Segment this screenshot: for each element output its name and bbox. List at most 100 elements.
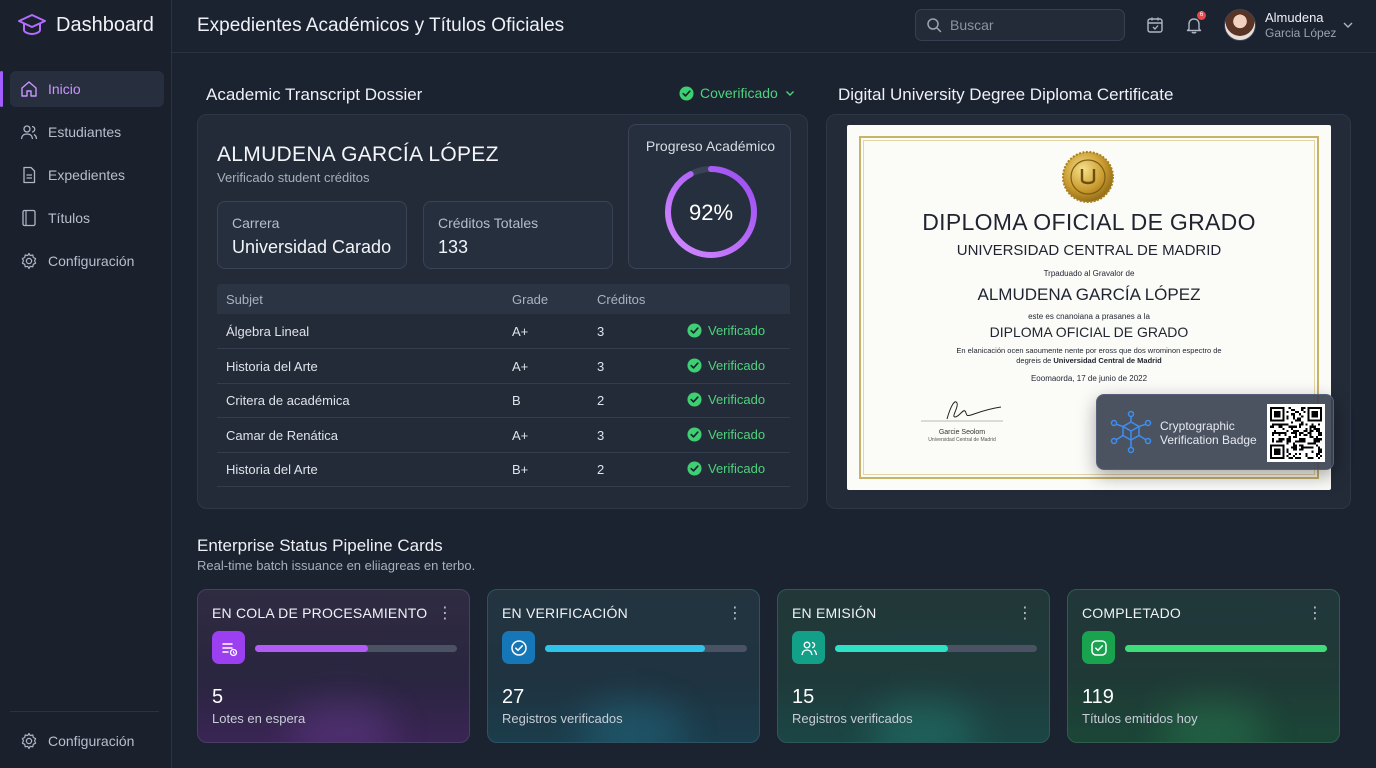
cell-credits: 2: [597, 393, 605, 409]
verified-status: Verificado: [687, 358, 765, 373]
table-row[interactable]: Álgebra Lineal A+ 3 Verificado: [217, 314, 790, 349]
graduation-cap-icon: [18, 14, 46, 36]
more-options-icon[interactable]: ⋮: [1017, 603, 1033, 623]
sidebar-item-label: Estudiantes: [48, 124, 122, 140]
calendar-icon[interactable]: [1145, 15, 1165, 35]
gear-icon: [21, 732, 37, 750]
card-progress-fill: [1125, 645, 1327, 652]
more-options-icon[interactable]: ⋮: [1307, 603, 1323, 623]
check-circle-icon: [687, 392, 702, 407]
search-box[interactable]: [915, 9, 1125, 41]
more-options-icon[interactable]: ⋮: [437, 603, 453, 623]
verified-status: Verificado: [687, 392, 765, 407]
credits-value: 133: [438, 237, 469, 257]
badge-label: Cryptographic Verification Badge: [1160, 419, 1257, 447]
sidebar-item-configuracion[interactable]: Configuración: [10, 243, 164, 279]
cell-grade: A+: [512, 427, 529, 443]
card-progress-track: [1125, 645, 1327, 652]
sidebar-item-label: Títulos: [48, 210, 91, 226]
table-row[interactable]: Camar de Renática A+ 3 Verificado: [217, 418, 790, 453]
more-options-icon[interactable]: ⋮: [727, 603, 743, 623]
card-progress-fill: [835, 645, 949, 652]
academic-progress-card: Progreso Académico 92%: [628, 124, 791, 269]
card-icon-wrap: [792, 631, 825, 664]
card-progress-track: [835, 645, 1037, 652]
cell-credits: 2: [597, 462, 605, 478]
pipeline-card[interactable]: EN EMISIÓN ⋮ 15 Registros verificados: [777, 589, 1050, 743]
diploma-recipient: ALMUDENA GARCÍA LÓPEZ: [977, 285, 1201, 304]
diploma-line1: Trpaduado al Gravalor de: [1043, 269, 1135, 278]
users-icon: [20, 125, 38, 140]
check-circle-icon: [687, 323, 702, 338]
credits-card: Créditos Totales 133: [423, 201, 613, 269]
career-value: Universidad Carado: [232, 237, 392, 257]
card-value: 15: [792, 686, 815, 708]
pipeline-card[interactable]: COMPLETADO ⋮ 119 Títulos emitidos hoy: [1067, 589, 1340, 743]
top-header: Expedientes Académicos y Títulos Oficial…: [172, 0, 1376, 53]
pipeline-card[interactable]: EN COLA DE PROCESAMIENTO ⋮ 5 Lotes en esper…: [197, 589, 470, 743]
pipeline-card[interactable]: EN VERIFICACIÓN ⋮ 27 Registros verificados: [487, 589, 760, 743]
card-subtitle: Registros verificados: [792, 711, 913, 726]
check-circle-icon: [679, 85, 694, 101]
search-input[interactable]: [950, 17, 1110, 33]
sidebar-divider: [10, 711, 159, 712]
cryptographic-verification-badge[interactable]: Cryptographic Verification Badge: [1096, 394, 1334, 470]
brand[interactable]: Dashboard: [18, 12, 154, 38]
sidebar-item-titulos[interactable]: Títulos: [10, 200, 164, 236]
signer-name: Garcie Seolom: [938, 429, 986, 436]
chevron-down-icon[interactable]: [1341, 18, 1355, 32]
card-title: EN EMISIÓN: [792, 605, 877, 621]
card-value: 27: [502, 686, 525, 708]
sidebar-item-estudiantes[interactable]: Estudiantes: [10, 114, 164, 150]
gear-icon: [21, 252, 37, 270]
verify-icon: [510, 639, 527, 656]
progress-label: Progreso Académico: [645, 138, 776, 154]
sidebar-item-label: Configuración: [48, 733, 135, 749]
check-circle-icon: [687, 358, 702, 373]
signer-subtitle: Universidad Central de Madrid: [928, 437, 996, 443]
diploma-degree: DIPLOMA OFICIAL DE GRADO: [989, 324, 1189, 340]
people-icon: [800, 641, 817, 655]
table-row[interactable]: Historia del Arte A+ 3 Verificado: [217, 349, 790, 384]
home-icon: [21, 81, 37, 97]
qr-code-icon[interactable]: [1267, 404, 1325, 462]
card-icon-wrap: [212, 631, 245, 664]
verification-status-dropdown[interactable]: Coverificado: [679, 85, 796, 101]
career-label: Carrera: [232, 215, 280, 231]
sidebar-item-inicio[interactable]: Inicio: [0, 71, 164, 107]
diploma-section-title: Digital University Degree Diploma Certif…: [838, 85, 1174, 104]
page-title: Expedientes Académicos y Títulos Oficial…: [197, 15, 565, 36]
queue-icon: [221, 642, 237, 656]
card-value: 119: [1082, 686, 1114, 708]
certificate-icon: [22, 209, 36, 227]
table-row[interactable]: Critera de académica B 2 Verificado: [217, 383, 790, 419]
verification-status-label: Coverificado: [700, 85, 778, 101]
diploma-line3: En elanicación ocen saoumente nente por …: [956, 346, 1222, 355]
diploma-line4-bold: Universidad Central de Madrid: [1053, 356, 1162, 365]
cell-subject: Álgebra Lineal: [226, 324, 310, 339]
card-value: 5: [212, 686, 224, 708]
column-header-credits: Créditos: [597, 292, 646, 307]
column-header-grade: Grade: [512, 292, 549, 307]
cell-grade: B+: [512, 462, 529, 478]
avatar[interactable]: [1224, 9, 1256, 41]
cell-credits: 3: [597, 427, 605, 443]
pipeline-section-title: Enterprise Status Pipeline Cards: [197, 536, 443, 555]
card-subtitle: Títulos emitidos hoy: [1082, 711, 1198, 726]
cell-credits: 3: [597, 358, 605, 374]
card-progress-fill: [545, 645, 705, 652]
card-progress-track: [255, 645, 457, 652]
sidebar-item-label: Expedientes: [48, 167, 126, 183]
card-progress-track: [545, 645, 747, 652]
table-row[interactable]: Historia del Arte B+ 2 Verificado: [217, 452, 790, 488]
verified-label: Verificado: [708, 323, 766, 338]
diploma-line4: degreis de Universidad Central de Madrid: [847, 356, 1331, 365]
verified-label: Verificado: [708, 461, 766, 477]
diploma-heading: DIPLOMA OFICIAL DE GRADO: [922, 209, 1256, 235]
diploma-line2: este es cnanoiana a prasanes a la: [1028, 312, 1150, 321]
sidebar: Dashboard Inicio Estudiantes Expedientes…: [0, 0, 172, 768]
cell-subject: Camar de Renática: [226, 427, 338, 443]
sidebar-bottom-configuracion[interactable]: Configuración: [10, 723, 164, 759]
verified-status: Verificado: [687, 323, 765, 338]
sidebar-item-expedientes[interactable]: Expedientes: [10, 157, 164, 193]
